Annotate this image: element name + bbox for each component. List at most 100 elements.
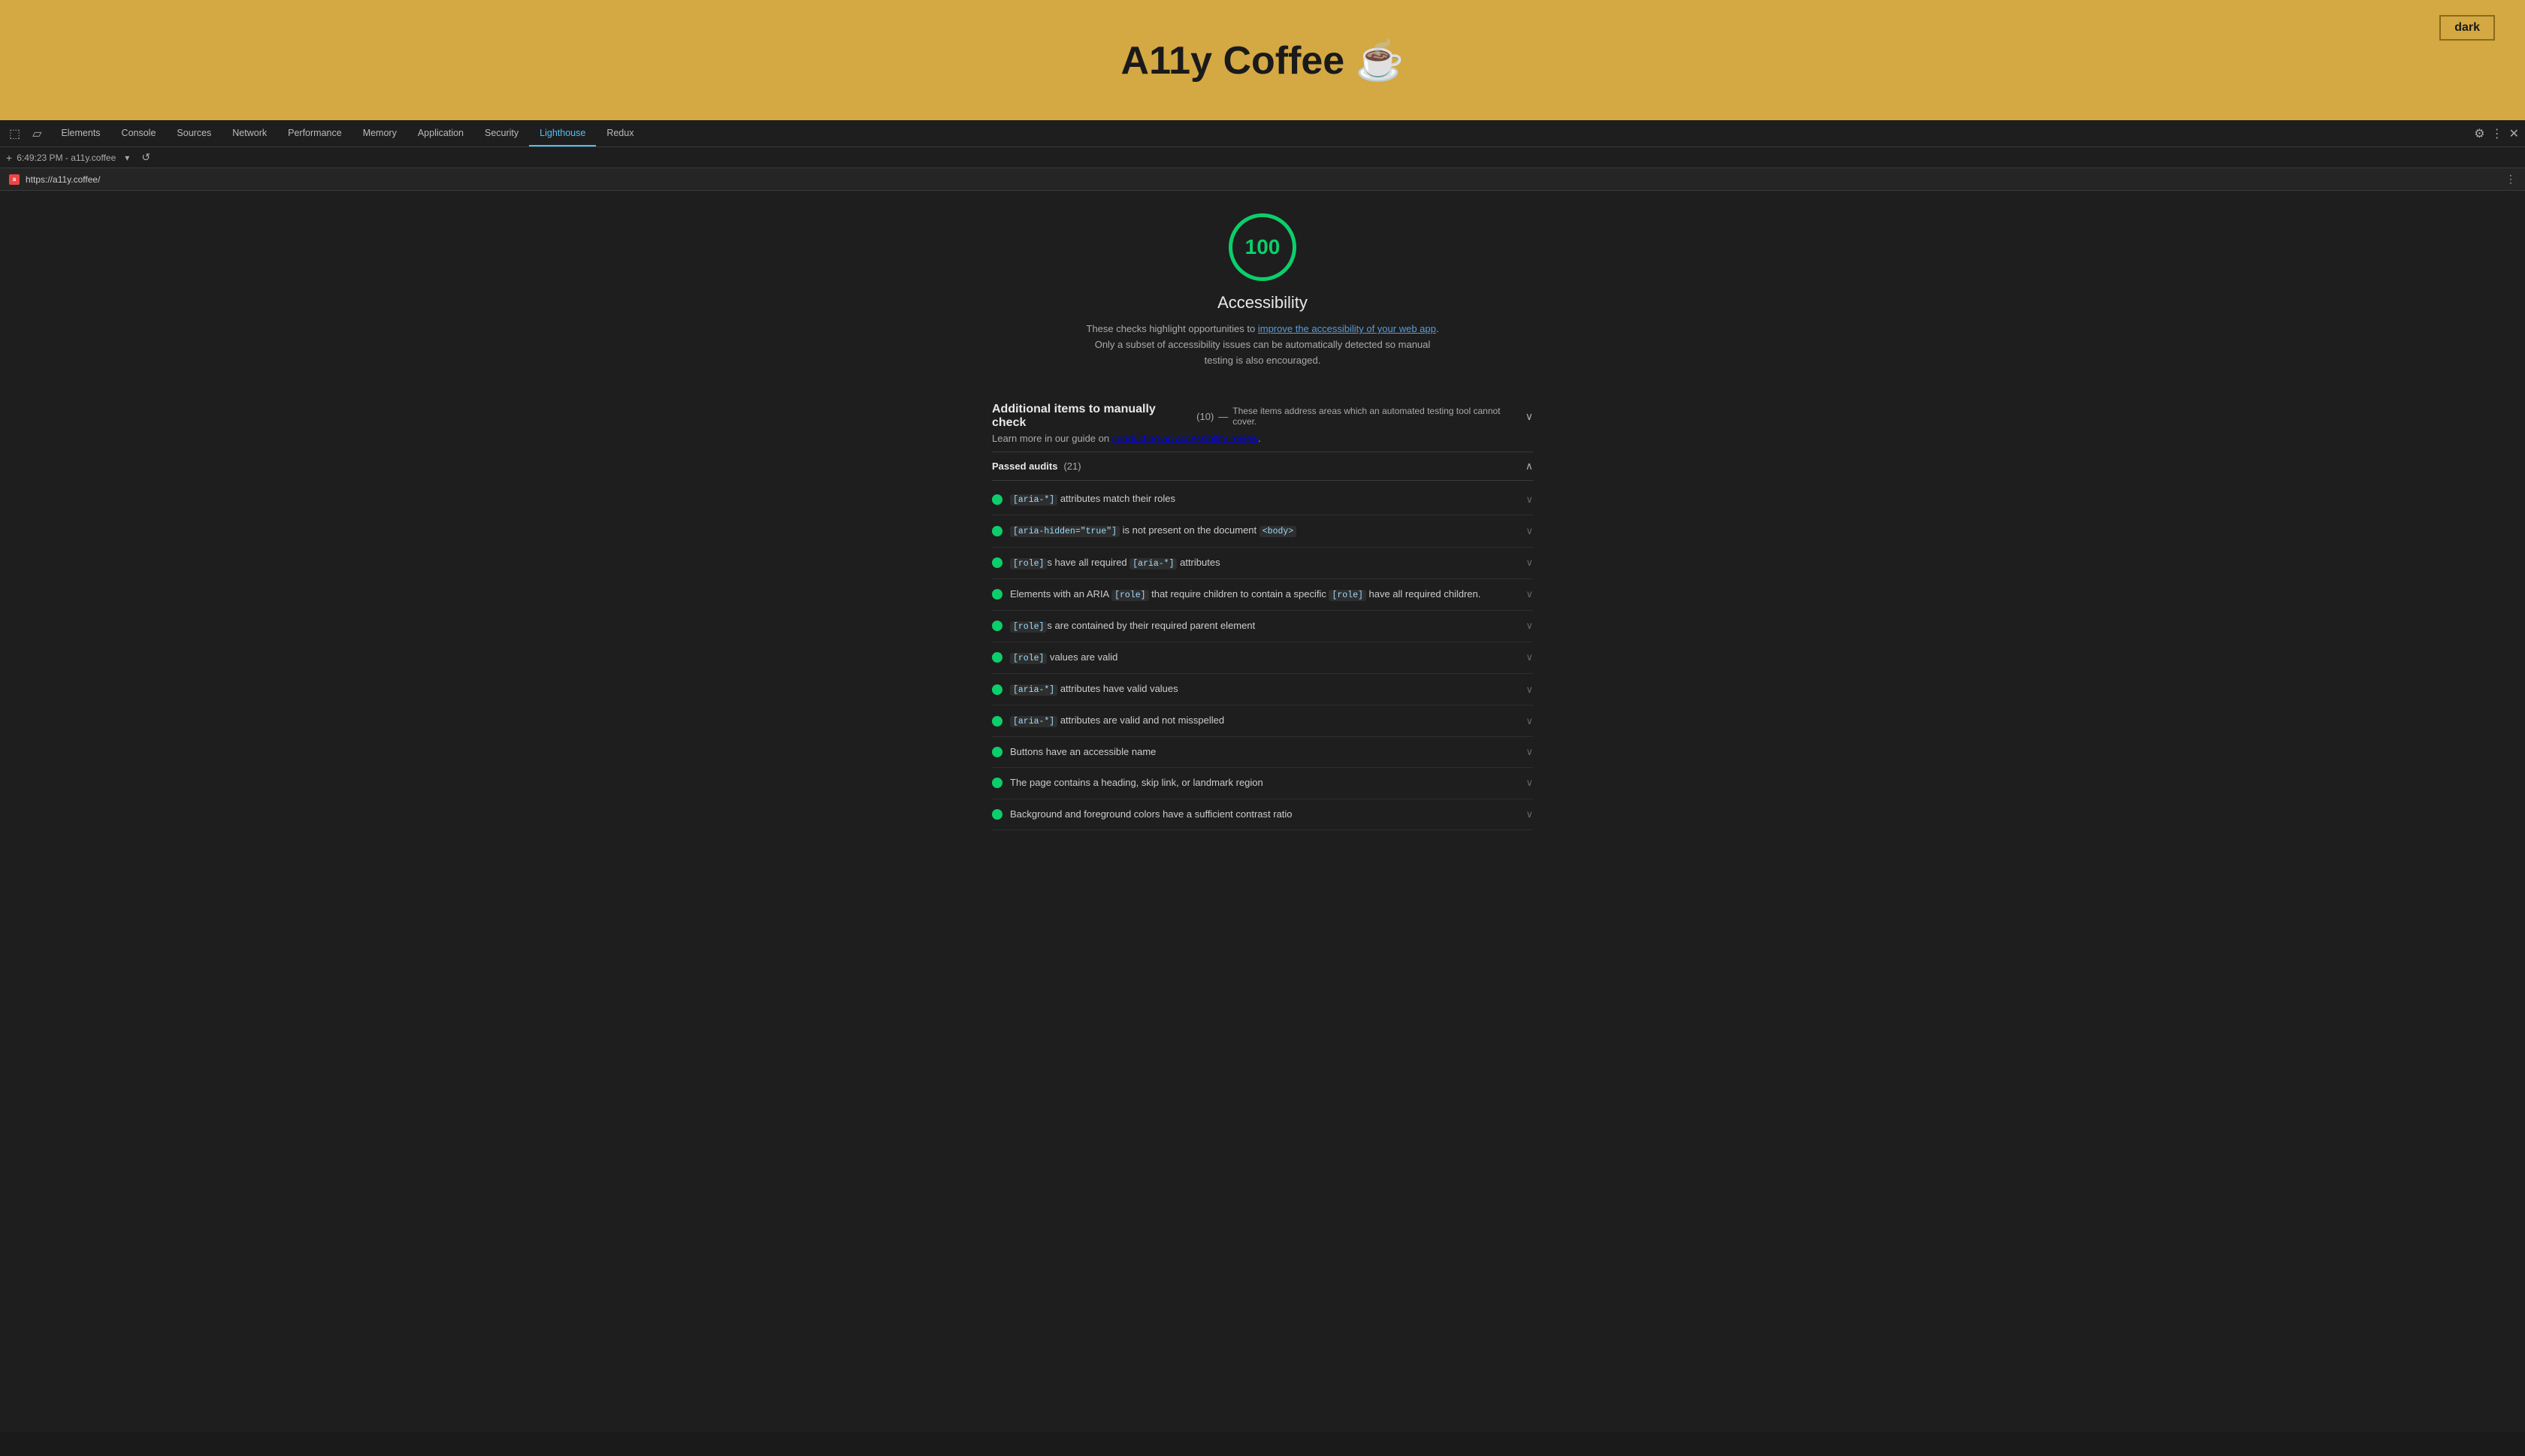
score-title: Accessibility xyxy=(1217,293,1308,313)
audit-item-text: The page contains a heading, skip link, … xyxy=(1010,776,1263,790)
accessibility-review-link[interactable]: conducting an accessibility review xyxy=(1112,433,1258,444)
audit-item-text: Elements with an ARIA [role] that requir… xyxy=(1010,588,1480,602)
audit-item-text: [aria-*] attributes are valid and not mi… xyxy=(1010,714,1224,728)
audit-item-chevron: ∨ xyxy=(1526,651,1533,663)
tab-performance[interactable]: Performance xyxy=(277,120,352,147)
tab-lighthouse[interactable]: Lighthouse xyxy=(529,120,596,147)
audit-item-left: [aria-hidden="true"] is not present on t… xyxy=(992,524,1296,538)
audit-item[interactable]: [aria-*] attributes have valid values ∨ xyxy=(992,674,1533,705)
devtools-secondary-bar: + 6:49:23 PM - a11y.coffee ▾ ↺ xyxy=(0,147,2525,168)
audit-item-left: [role] values are valid xyxy=(992,651,1117,665)
favicon: a xyxy=(9,174,20,185)
lighthouse-main-content: 100 Accessibility These checks highlight… xyxy=(0,191,2525,1432)
audit-item-chevron: ∨ xyxy=(1526,808,1533,820)
manual-check-count: (10) xyxy=(1196,411,1214,422)
passed-audits-section: Passed audits (21) ∧ [aria-*] attributes… xyxy=(992,452,1533,829)
audit-pass-dot xyxy=(992,652,1002,663)
score-description: These checks highlight opportunities to … xyxy=(1082,322,1443,368)
tab-application[interactable]: Application xyxy=(407,120,474,147)
manual-check-note: These items address areas which an autom… xyxy=(1232,406,1525,427)
devtools-toolbar-icons: ⬚ ▱ xyxy=(6,123,44,144)
audit-pass-dot xyxy=(992,589,1002,600)
settings-icon[interactable]: ⚙ xyxy=(2474,126,2484,141)
close-icon[interactable]: ✕ xyxy=(2509,126,2519,141)
audit-item-left: [role]s are contained by their required … xyxy=(992,619,1255,633)
audit-item-text: [role] values are valid xyxy=(1010,651,1117,665)
audit-item[interactable]: [aria-*] attributes are valid and not mi… xyxy=(992,705,1533,737)
devtools-tabs: Elements Console Sources Network Perform… xyxy=(50,120,2474,147)
devtools-toolbar: ⬚ ▱ Elements Console Sources Network Per… xyxy=(0,120,2525,147)
audit-item-chevron: ∨ xyxy=(1526,715,1533,727)
passed-audits-header-left: Passed audits (21) xyxy=(992,461,1081,472)
audit-item-text: [aria-hidden="true"] is not present on t… xyxy=(1010,524,1296,538)
devtools-url-bar: a https://a11y.coffee/ ⋮ xyxy=(0,168,2525,191)
passed-audits-label: Passed audits xyxy=(992,461,1057,472)
website-title: A11y Coffee ☕ xyxy=(30,38,2495,83)
dark-mode-button[interactable]: dark xyxy=(2439,15,2495,41)
cursor-icon[interactable]: ⬚ xyxy=(6,123,23,144)
new-tab-icon[interactable]: + xyxy=(6,152,12,164)
section-container: Additional items to manually check (10) … xyxy=(992,395,1533,829)
devtools-toolbar-right: ⚙ ⋮ ✕ xyxy=(2474,126,2519,141)
audit-item-text: Buttons have an accessible name xyxy=(1010,745,1156,759)
manual-check-section: Additional items to manually check (10) … xyxy=(992,395,1533,452)
audit-pass-dot xyxy=(992,494,1002,505)
dropdown-arrow[interactable]: ▾ xyxy=(125,153,129,163)
audit-item-chevron: ∨ xyxy=(1526,494,1533,506)
audit-item[interactable]: [role] values are valid ∨ xyxy=(992,642,1533,674)
refresh-icon[interactable]: ↺ xyxy=(141,151,150,164)
audit-item[interactable]: Background and foreground colors have a … xyxy=(992,799,1533,830)
score-circle: 100 xyxy=(1229,213,1296,281)
manual-check-chevron[interactable]: ∨ xyxy=(1526,410,1533,423)
audit-pass-dot xyxy=(992,809,1002,820)
audit-item-chevron: ∨ xyxy=(1526,525,1533,537)
audit-item-chevron: ∨ xyxy=(1526,746,1533,758)
url-more-icon[interactable]: ⋮ xyxy=(2505,173,2516,186)
passed-audits-count: (21) xyxy=(1063,461,1081,472)
audit-item[interactable]: [aria-hidden="true"] is not present on t… xyxy=(992,515,1533,547)
website-preview: A11y Coffee ☕ dark xyxy=(0,0,2525,120)
audit-item[interactable]: [aria-*] attributes match their roles ∨ xyxy=(992,484,1533,515)
audit-item-text: [aria-*] attributes match their roles xyxy=(1010,492,1175,506)
audit-item[interactable]: Buttons have an accessible name ∨ xyxy=(992,737,1533,768)
url-text: https://a11y.coffee/ xyxy=(26,174,2505,185)
passed-audits-header[interactable]: Passed audits (21) ∧ xyxy=(992,452,1533,481)
audit-item-text: [role]s have all required [aria-*] attri… xyxy=(1010,556,1220,570)
tab-console[interactable]: Console xyxy=(111,120,167,147)
audit-item-left: The page contains a heading, skip link, … xyxy=(992,776,1263,790)
tab-elements[interactable]: Elements xyxy=(50,120,110,147)
passed-audits-chevron[interactable]: ∧ xyxy=(1526,460,1533,473)
audit-item-text: [aria-*] attributes have valid values xyxy=(1010,682,1178,696)
tab-memory[interactable]: Memory xyxy=(352,120,407,147)
audit-pass-dot xyxy=(992,621,1002,631)
tab-redux[interactable]: Redux xyxy=(596,120,644,147)
audit-item[interactable]: The page contains a heading, skip link, … xyxy=(992,768,1533,799)
score-number: 100 xyxy=(1245,235,1281,259)
audit-item-left: [aria-*] attributes are valid and not mi… xyxy=(992,714,1224,728)
tab-sources[interactable]: Sources xyxy=(166,120,222,147)
audit-pass-dot xyxy=(992,716,1002,726)
device-icon[interactable]: ▱ xyxy=(29,123,44,144)
manual-check-label-group: Additional items to manually check (10) … xyxy=(992,403,1526,430)
manual-check-row: Additional items to manually check (10) … xyxy=(992,403,1533,430)
audit-item-chevron: ∨ xyxy=(1526,557,1533,569)
audit-pass-dot xyxy=(992,557,1002,568)
audit-item-chevron: ∨ xyxy=(1526,684,1533,696)
more-options-icon[interactable]: ⋮ xyxy=(2491,126,2503,141)
audit-pass-dot xyxy=(992,778,1002,788)
tab-security[interactable]: Security xyxy=(474,120,529,147)
audit-item-left: [aria-*] attributes match their roles xyxy=(992,492,1175,506)
tab-network[interactable]: Network xyxy=(222,120,277,147)
audit-item-text: [role]s are contained by their required … xyxy=(1010,619,1255,633)
audit-pass-dot xyxy=(992,526,1002,536)
audit-item[interactable]: [role]s have all required [aria-*] attri… xyxy=(992,548,1533,579)
audit-pass-dot xyxy=(992,684,1002,695)
score-circle-container: 100 Accessibility These checks highlight… xyxy=(1082,213,1443,368)
audit-item[interactable]: Elements with an ARIA [role] that requir… xyxy=(992,579,1533,611)
improve-accessibility-link[interactable]: improve the accessibility of your web ap… xyxy=(1258,323,1436,334)
audit-item-chevron: ∨ xyxy=(1526,620,1533,632)
audit-item-left: Background and foreground colors have a … xyxy=(992,808,1293,821)
audit-item[interactable]: [role]s are contained by their required … xyxy=(992,611,1533,642)
manual-check-dash: — xyxy=(1218,411,1228,422)
audit-item-text: Background and foreground colors have a … xyxy=(1010,808,1293,821)
